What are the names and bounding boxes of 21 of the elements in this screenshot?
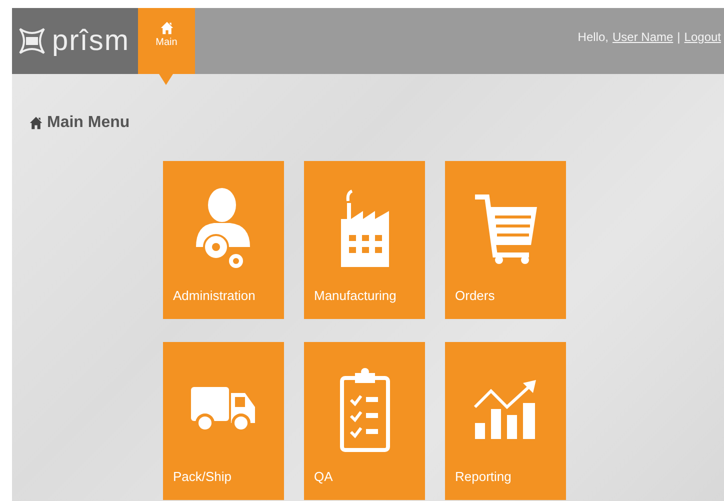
main-tab[interactable]: Main	[138, 8, 195, 74]
bar-chart-icon	[472, 378, 538, 440]
menu-tile[interactable]: Orders	[445, 161, 566, 319]
menu-tile[interactable]: Administration	[163, 161, 284, 319]
menu-tile[interactable]: Pack/Ship	[163, 342, 284, 500]
cart-icon	[472, 192, 538, 264]
logo-text: prîsm	[52, 24, 130, 58]
menu-tile[interactable]: Manufacturing	[304, 161, 425, 319]
menu-tile[interactable]: QA	[304, 342, 425, 500]
truck-icon	[190, 386, 256, 432]
home-icon	[29, 116, 43, 130]
logo-icon	[18, 27, 46, 55]
checklist-icon	[338, 368, 390, 452]
menu-tile[interactable]: Reporting	[445, 342, 566, 500]
separator-text: |	[677, 30, 680, 44]
user-name-link[interactable]: User Name	[612, 30, 674, 44]
tab-pointer	[159, 74, 173, 85]
page-heading: Main Menu	[47, 114, 130, 132]
home-icon	[160, 20, 174, 34]
logout-link[interactable]: Logout	[684, 30, 721, 44]
greeting-text: Hello,	[578, 30, 608, 44]
